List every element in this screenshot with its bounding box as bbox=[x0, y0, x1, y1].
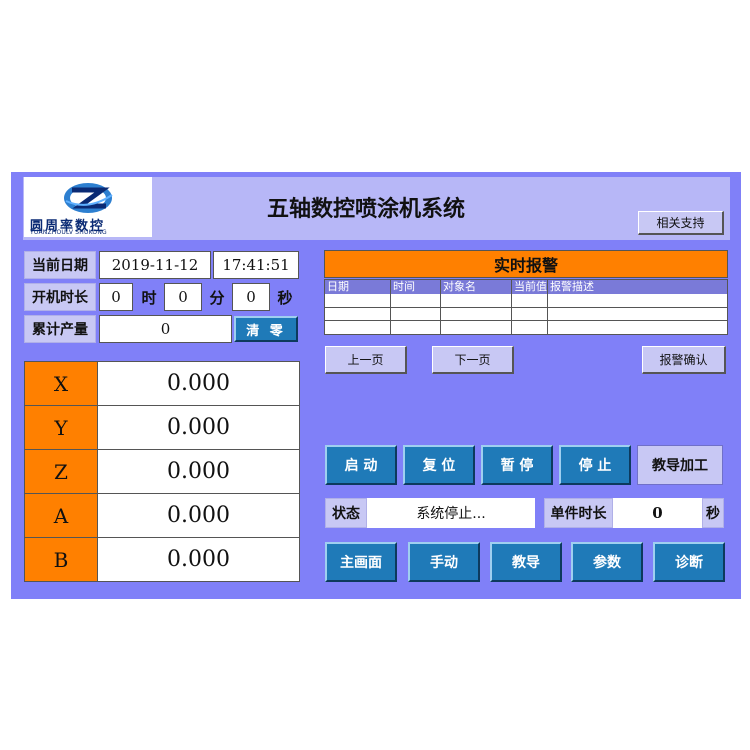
axis-a-value: 0.000 bbox=[98, 494, 299, 538]
axis-z-value: 0.000 bbox=[98, 450, 299, 494]
alarm-col-divider bbox=[440, 280, 441, 334]
minutes-unit: 分 bbox=[209, 288, 225, 307]
uptime-label: 开机时长 bbox=[24, 283, 96, 311]
cycle-time-unit: 秒 bbox=[702, 498, 724, 528]
nav-manual-button[interactable]: 手动 bbox=[408, 542, 480, 582]
axis-b-label: B bbox=[25, 538, 98, 581]
status-value: 系统停止... bbox=[367, 498, 535, 528]
pause-button[interactable]: 暂 停 bbox=[481, 445, 553, 485]
next-page-button[interactable]: 下一页 bbox=[432, 346, 514, 374]
hours-unit: 时 bbox=[141, 288, 157, 307]
page-title: 五轴数控喷涂机系统 bbox=[266, 197, 465, 222]
axis-x-label: X bbox=[25, 362, 98, 406]
axis-y-value: 0.000 bbox=[98, 406, 299, 450]
output-label: 累计产量 bbox=[24, 315, 96, 343]
axis-x-value: 0.000 bbox=[98, 362, 299, 406]
axis-y-label: Y bbox=[25, 406, 98, 450]
uptime-seconds: 0 bbox=[232, 283, 270, 311]
cycle-time-label: 单件时长 bbox=[544, 498, 613, 528]
seconds-unit: 秒 bbox=[277, 288, 293, 307]
nav-diagnostics-button[interactable]: 诊断 bbox=[653, 542, 725, 582]
axis-b-value: 0.000 bbox=[98, 538, 299, 581]
start-button[interactable]: 启 动 bbox=[325, 445, 397, 485]
alarm-row-divider bbox=[325, 320, 727, 321]
axis-a-label: A bbox=[25, 494, 98, 538]
alarm-col-divider bbox=[547, 280, 548, 334]
alarm-confirm-button[interactable]: 报警确认 bbox=[642, 346, 726, 374]
clear-output-button[interactable]: 清 零 bbox=[234, 316, 298, 342]
reset-button[interactable]: 复 位 bbox=[403, 445, 475, 485]
teach-process-button[interactable]: 教导加工 bbox=[637, 445, 723, 485]
prev-page-button[interactable]: 上一页 bbox=[325, 346, 407, 374]
alarm-col-date: 日期 bbox=[325, 280, 391, 294]
alarm-col-divider bbox=[511, 280, 512, 334]
alarm-col-description: 报警描述 bbox=[548, 280, 727, 294]
alarm-col-time: 时间 bbox=[391, 280, 441, 294]
date-label: 当前日期 bbox=[24, 251, 96, 279]
alarm-col-object: 对象名 bbox=[441, 280, 512, 294]
uptime-hours: 0 bbox=[99, 283, 133, 311]
alarm-title: 实时报警 bbox=[324, 250, 728, 278]
logo-emblem-icon bbox=[64, 183, 113, 213]
nav-params-button[interactable]: 参数 bbox=[571, 542, 643, 582]
company-logo: 圆周率数控 YUANZHOULV SHUKONG bbox=[24, 177, 152, 237]
date-value: 2019-11-12 bbox=[99, 251, 211, 279]
cycle-time-value: 0 bbox=[613, 498, 702, 528]
alarm-col-value: 当前值 bbox=[512, 280, 548, 294]
support-button[interactable]: 相关支持 bbox=[638, 211, 724, 235]
nav-teach-button[interactable]: 教导 bbox=[490, 542, 562, 582]
alarm-table[interactable]: 日期 时间 对象名 当前值 报警描述 bbox=[324, 279, 728, 335]
stop-button[interactable]: 停 止 bbox=[559, 445, 631, 485]
uptime-minutes: 0 bbox=[164, 283, 202, 311]
alarm-col-divider bbox=[390, 280, 391, 334]
alarm-row-divider bbox=[325, 307, 727, 308]
status-label: 状态 bbox=[325, 498, 367, 528]
nav-main-button[interactable]: 主画面 bbox=[325, 542, 397, 582]
time-value: 17:41:51 bbox=[213, 251, 299, 279]
axis-z-label: Z bbox=[25, 450, 98, 494]
axis-position-table: X 0.000 Y 0.000 Z 0.000 A 0.000 B 0.000 bbox=[24, 361, 300, 582]
logo-english-text: YUANZHOULV SHUKONG bbox=[30, 229, 107, 236]
output-value: 0 bbox=[99, 315, 232, 343]
